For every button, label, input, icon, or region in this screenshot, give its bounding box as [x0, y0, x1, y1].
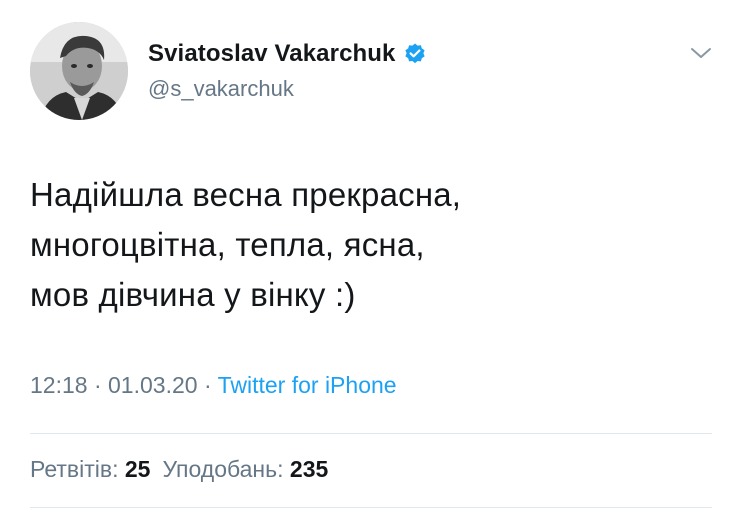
tweet-source-link[interactable]: Twitter for iPhone: [218, 372, 397, 398]
tweet-metadata: 12:18 · 01.03.20 · Twitter for iPhone: [30, 372, 397, 399]
tweet-text-line: многоцвітна, тепла, ясна,: [30, 226, 425, 263]
tweet-time[interactable]: 12:18: [30, 372, 88, 398]
tweet-text-line: мов дівчина у вінку :): [30, 276, 356, 313]
likes-label: Уподобань:: [162, 456, 284, 482]
meta-separator: ·: [203, 372, 212, 398]
retweets-label: Ретвітів:: [30, 456, 119, 482]
display-name[interactable]: Sviatoslav Vakarchuk: [148, 40, 395, 68]
verified-badge-icon: [403, 42, 427, 66]
tweet-text: Надійшла весна прекрасна, многоцвітна, т…: [30, 170, 461, 320]
retweets-stat[interactable]: Ретвітів: 25: [30, 456, 150, 483]
likes-stat[interactable]: Уподобань: 235: [162, 456, 328, 483]
author-handle[interactable]: @s_vakarchuk: [148, 76, 294, 102]
chevron-down-icon[interactable]: [689, 44, 713, 62]
likes-count: 235: [289, 456, 329, 482]
tweet-card: Sviatoslav Vakarchuk @s_vakarchuk Надійш…: [0, 0, 742, 513]
tweet-text-line: Надійшла весна прекрасна,: [30, 176, 462, 213]
retweets-count: 25: [124, 456, 151, 482]
divider: [30, 507, 712, 508]
profile-photo: [30, 22, 128, 120]
meta-separator: ·: [93, 372, 102, 398]
divider: [30, 433, 712, 434]
author-name-row: Sviatoslav Vakarchuk: [148, 40, 427, 68]
engagement-stats: Ретвітів: 25 Уподобань: 235: [30, 456, 328, 483]
tweet-date[interactable]: 01.03.20: [108, 372, 198, 398]
avatar[interactable]: [30, 22, 128, 120]
